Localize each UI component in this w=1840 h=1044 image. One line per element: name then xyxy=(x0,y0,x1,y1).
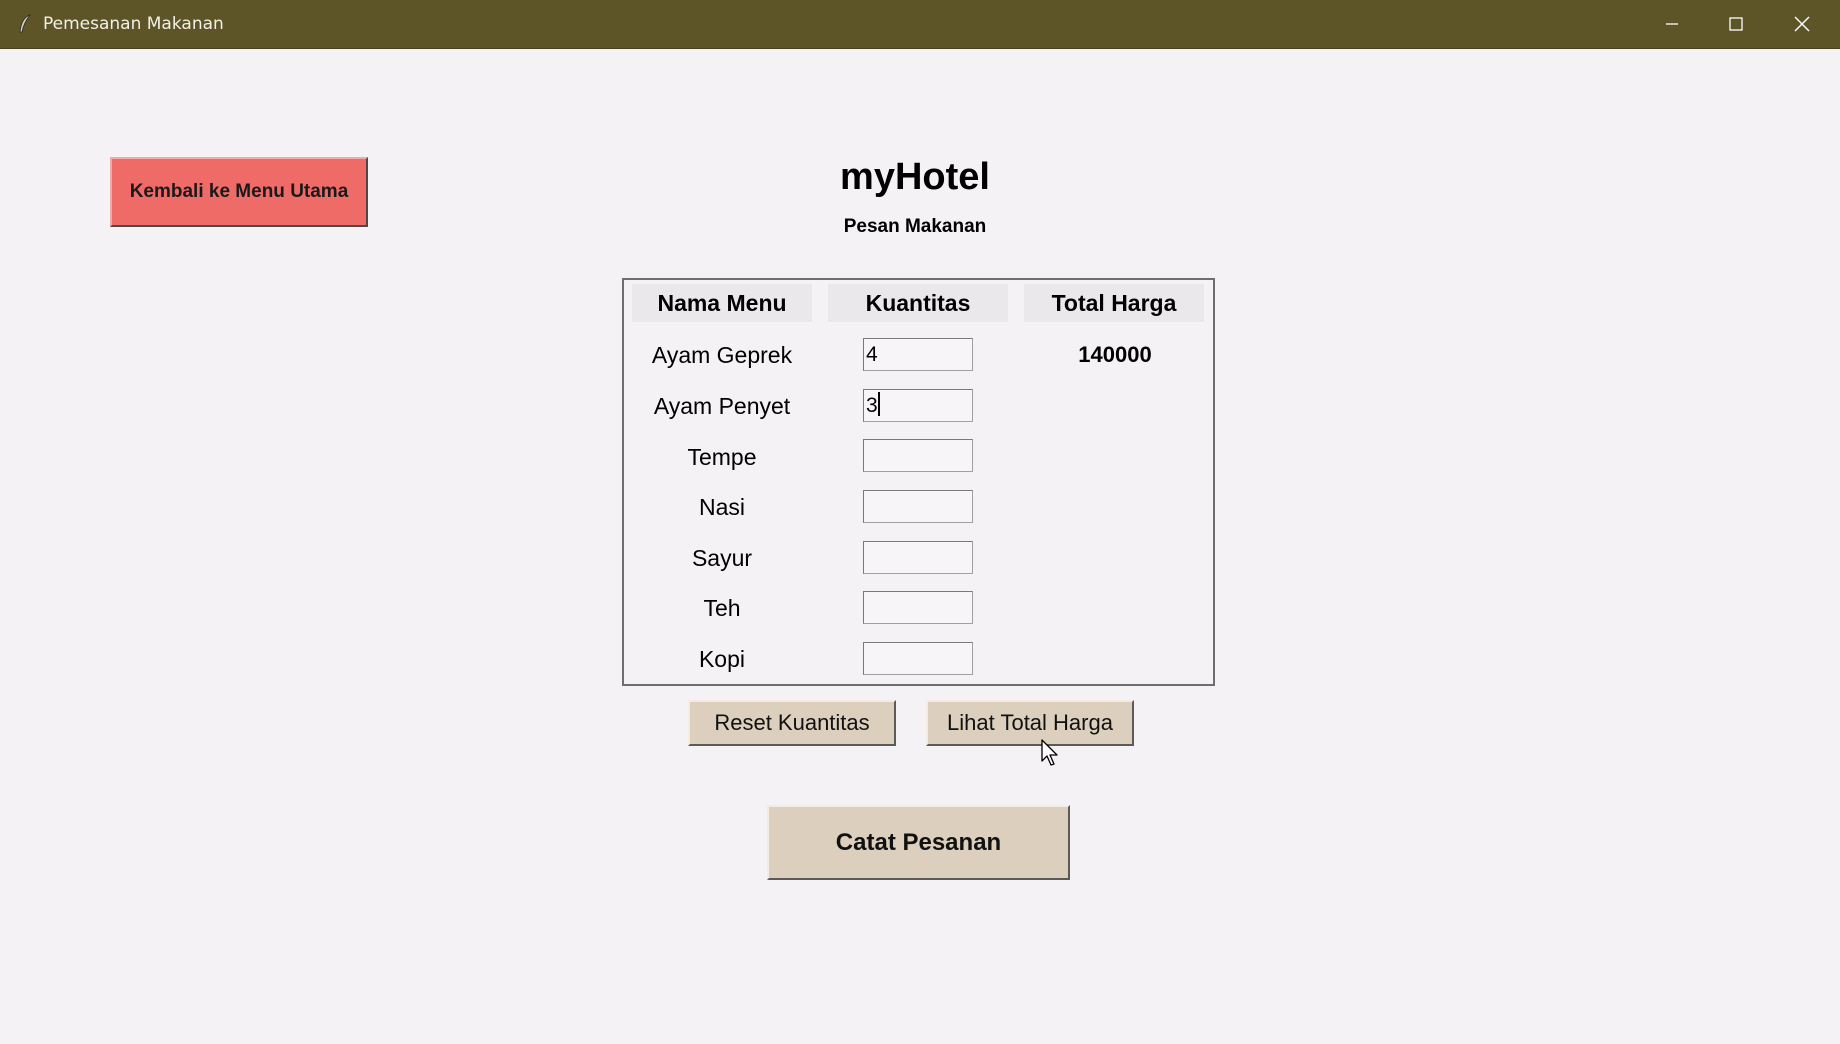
minimize-icon xyxy=(1666,23,1678,25)
title-bar[interactable]: Pemesanan Makanan xyxy=(0,0,1840,49)
quantity-input-teh[interactable] xyxy=(863,591,973,624)
maximize-icon xyxy=(1729,17,1743,31)
close-button[interactable] xyxy=(1769,0,1835,48)
menu-item-name: Ayam Penyet xyxy=(653,393,791,419)
minimize-button[interactable] xyxy=(1639,0,1705,48)
menu-item-name: Tempe xyxy=(687,444,757,470)
quantity-input-kopi[interactable] xyxy=(863,642,973,675)
quantity-input-ayam-penyet[interactable]: 3 xyxy=(863,389,973,422)
quantity-input-tempe[interactable] xyxy=(863,439,973,472)
app-window: Pemesanan Makanan Kembali ke Menu Utama … xyxy=(0,0,1840,1044)
quantity-input-sayur[interactable] xyxy=(863,541,973,574)
maximize-button[interactable] xyxy=(1703,0,1769,48)
app-title: myHotel xyxy=(840,156,990,198)
quantity-value: 3 xyxy=(866,394,878,417)
window-title: Pemesanan Makanan xyxy=(43,14,224,34)
reset-quantity-button[interactable]: Reset Kuantitas xyxy=(688,700,896,746)
record-order-button[interactable]: Catat Pesanan xyxy=(767,805,1070,880)
view-total-price-button[interactable]: Lihat Total Harga xyxy=(926,700,1134,746)
page-subtitle: Pesan Makanan xyxy=(843,216,987,237)
menu-item-name: Kopi xyxy=(698,646,746,672)
feather-icon xyxy=(19,14,32,33)
menu-item-name: Nasi xyxy=(698,494,745,520)
menu-item-name: Sayur xyxy=(691,545,753,571)
close-icon xyxy=(1794,16,1810,32)
back-to-main-menu-button[interactable]: Kembali ke Menu Utama xyxy=(110,157,368,227)
menu-item-name: Teh xyxy=(703,595,741,621)
column-header-quantity: Kuantitas xyxy=(828,284,1008,322)
column-header-total-price: Total Harga xyxy=(1024,284,1204,322)
quantity-input-ayam-geprek[interactable]: 4 xyxy=(863,338,973,371)
quantity-value: 4 xyxy=(866,343,878,366)
content-area: Kembali ke Menu Utama myHotel Pesan Maka… xyxy=(0,48,1840,1044)
quantity-input-nasi[interactable] xyxy=(863,490,973,523)
mouse-cursor-icon xyxy=(1041,739,1058,766)
menu-item-name: Ayam Geprek xyxy=(651,342,793,368)
text-caret xyxy=(877,392,880,416)
column-header-menu-name: Nama Menu xyxy=(632,284,812,322)
total-price-value: 140000 xyxy=(1078,342,1152,367)
